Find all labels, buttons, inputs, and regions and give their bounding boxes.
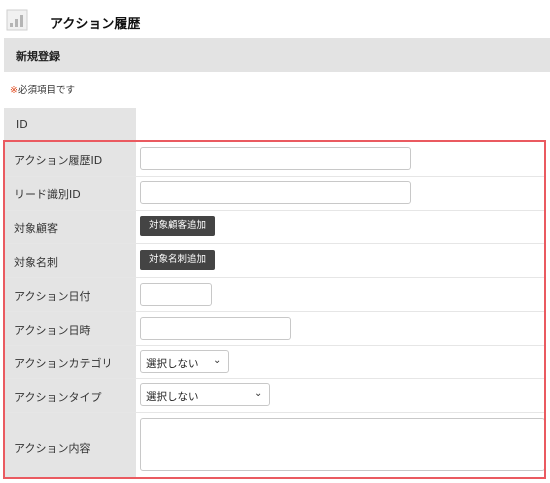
- title-bar: アクション履歴: [0, 0, 550, 38]
- page-title: アクション履歴: [50, 17, 141, 32]
- chart-document-icon: [6, 9, 28, 31]
- required-mark: ※: [10, 85, 18, 96]
- highlight-frame: [3, 140, 546, 479]
- section-header: 新規登録: [4, 38, 550, 72]
- id-label-cell: ID: [4, 108, 136, 141]
- section-title: 新規登録: [16, 50, 60, 63]
- id-label: ID: [16, 118, 28, 131]
- required-note: ※必須項目です: [10, 82, 75, 96]
- required-note-text: 必須項目です: [17, 85, 75, 96]
